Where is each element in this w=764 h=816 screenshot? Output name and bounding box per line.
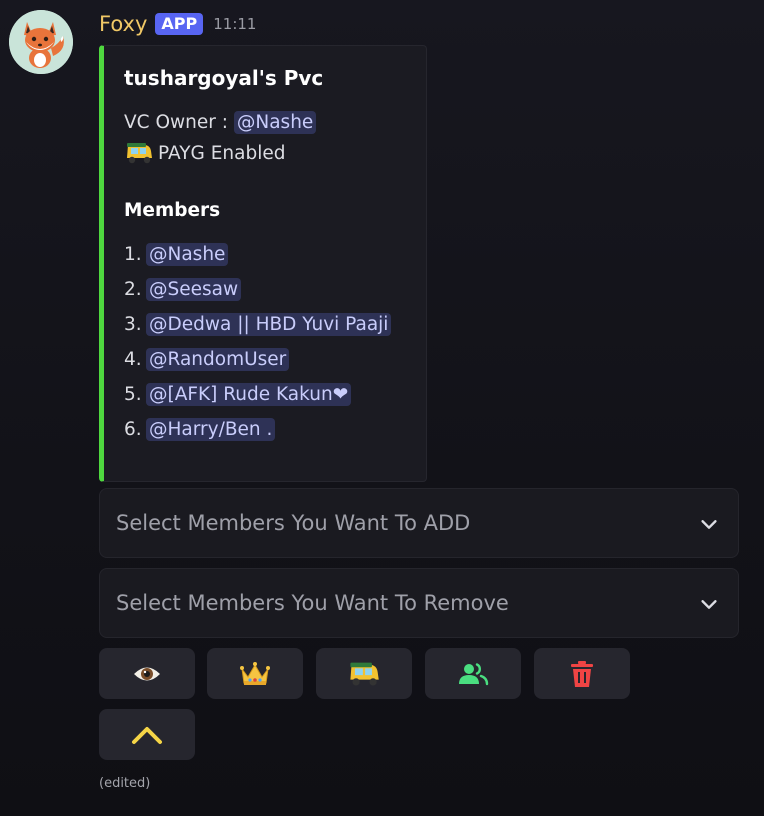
member-mention[interactable]: @Dedwa || HBD Yuvi Paaji [146, 313, 392, 336]
collapse-button[interactable] [99, 709, 195, 760]
eye-icon [134, 667, 160, 680]
message-timestamp[interactable]: 11:11 [213, 15, 256, 33]
member-item: 3. @Dedwa || HBD Yuvi Paaji [124, 313, 392, 349]
member-mention[interactable]: @RandomUser [146, 348, 290, 371]
member-mention[interactable]: @Nashe [146, 243, 229, 266]
fox-mascot-icon [9, 10, 73, 74]
embed-title: tushargoyal's Pvc [124, 66, 324, 90]
users-icon [459, 662, 489, 685]
trash-icon [571, 660, 593, 687]
delete-button[interactable] [534, 648, 630, 699]
add-members-placeholder: Select Members You Want To ADD [116, 511, 471, 535]
member-list: 1. @Nashe 2. @Seesaw 3. @Dedwa || HBD Yuvi … [124, 243, 392, 454]
member-number: 2. [124, 279, 142, 300]
crown-icon [240, 661, 270, 685]
member-item: 4. @RandomUser [124, 348, 391, 384]
member-mention[interactable]: @Harry/Ben . [146, 418, 276, 441]
transfer-owner-button[interactable] [207, 648, 303, 699]
view-button[interactable] [99, 648, 195, 699]
payg-text: PAYG Enabled [158, 142, 286, 164]
author-avatar[interactable] [9, 10, 73, 74]
payg-line: PAYG Enabled [124, 141, 285, 165]
member-item: 2. @Seesaw [124, 278, 391, 314]
owner-line: VC Owner : @Nashe [124, 111, 317, 134]
chevron-down-icon [701, 600, 717, 609]
add-members-select[interactable]: Select Members You Want To ADD [99, 488, 739, 558]
vc-embed: tushargoyal's Pvc VC Owner : @Nashe PAYG… [99, 45, 427, 482]
member-number: 6. [124, 419, 142, 440]
member-number: 1. [124, 244, 142, 265]
app-badge: APP [155, 13, 204, 35]
manage-members-button[interactable] [425, 648, 521, 699]
message-header: Foxy APP 11:11 [99, 10, 256, 38]
chevron-down-icon [701, 520, 717, 529]
auto-rickshaw-icon [350, 662, 379, 686]
chevron-up-icon [132, 726, 162, 744]
remove-members-placeholder: Select Members You Want To Remove [116, 591, 509, 615]
remove-members-select[interactable]: Select Members You Want To Remove [99, 568, 739, 638]
member-item: 1. @Nashe [124, 243, 391, 279]
owner-mention[interactable]: @Nashe [233, 111, 317, 134]
edited-label: (edited) [99, 776, 151, 791]
auto-rickshaw-emoji [127, 143, 152, 164]
owner-label: VC Owner : [124, 112, 228, 133]
member-item: 5. @[AFK] Rude Kakun❤ [124, 383, 391, 419]
members-heading: Members [124, 200, 221, 221]
member-mention[interactable]: @Seesaw [146, 278, 242, 301]
member-number: 4. [124, 349, 142, 370]
member-mention[interactable]: @[AFK] Rude Kakun❤ [146, 383, 352, 406]
payg-button[interactable] [316, 648, 412, 699]
member-number: 5. [124, 384, 142, 405]
member-number: 3. [124, 314, 142, 335]
author-name[interactable]: Foxy [99, 12, 147, 36]
member-item: 6. @Harry/Ben . [124, 418, 391, 454]
